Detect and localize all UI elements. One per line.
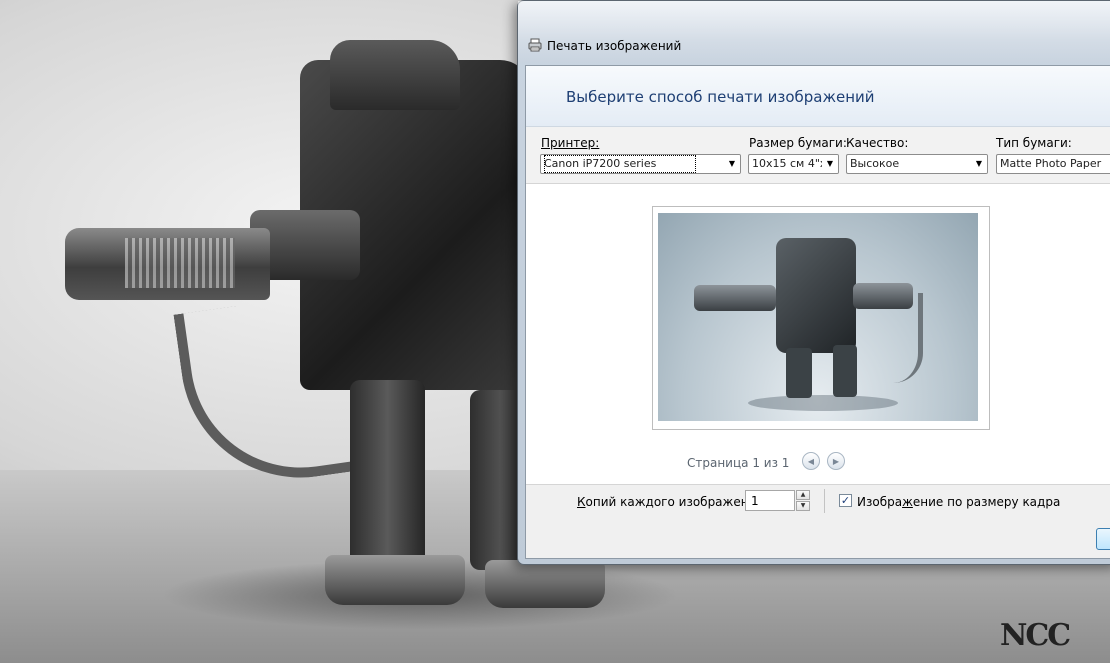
print-pictures-dialog[interactable]: Печать изображений Выберите способ печат… (517, 0, 1110, 565)
printer-icon (528, 38, 542, 52)
copies-label: Копий каждого изображения: (577, 495, 768, 509)
spin-down-icon[interactable]: ▼ (796, 501, 810, 511)
paper-type-label: Тип бумаги: (996, 136, 1072, 150)
fit-label-part-a: Изобра (857, 495, 903, 509)
copies-label-accel: К (577, 495, 586, 509)
previous-page-button[interactable]: ◀ (802, 452, 820, 470)
chevron-down-icon[interactable]: ▼ (822, 155, 838, 173)
copies-input[interactable] (745, 490, 795, 511)
chevron-down-icon[interactable]: ▼ (971, 155, 987, 173)
copies-label-rest: опий каждого изображения: (585, 495, 768, 509)
window-title: Печать изображений (547, 39, 682, 53)
fit-picture-label[interactable]: Изображение по размеру кадра (857, 495, 1060, 509)
quality-value: Высокое (850, 157, 900, 170)
dialog-heading: Выберите способ печати изображений (566, 88, 875, 106)
robot-left-leg (350, 380, 425, 570)
wallpaper-logo: NCC (1000, 618, 1071, 653)
print-preview (652, 206, 990, 430)
preview-robot-body (776, 238, 856, 353)
preview-image (658, 213, 978, 421)
dialog-footer (526, 521, 1110, 558)
header-band: Выберите способ печати изображений (526, 66, 1110, 127)
paper-size-select[interactable]: 10x15 см 4"x ▼ (748, 154, 839, 174)
page-indicator: Страница 1 из 1 (687, 456, 790, 470)
next-page-button[interactable]: ▶ (827, 452, 845, 470)
chevron-down-icon[interactable]: ▼ (724, 155, 740, 173)
copies-band: Копий каждого изображения: ▲ ▼ ✓ Изображ… (526, 484, 1110, 521)
separator (824, 489, 825, 513)
paper-size-value: 10x15 см 4"x (752, 157, 827, 170)
preview-area: Страница 1 из 1 ◀ ▶ (526, 184, 1110, 484)
paper-size-label: Размер бумаги: (749, 136, 847, 150)
title-bar[interactable]: Печать изображений (518, 1, 1110, 63)
print-options: Принтер: Canon iP7200 series ▼ Размер бу… (526, 127, 1110, 184)
printer-value: Canon iP7200 series (544, 155, 697, 173)
spin-up-icon[interactable]: ▲ (796, 490, 810, 500)
dialog-client-area: Выберите способ печати изображений Принт… (525, 65, 1110, 559)
printer-label: Принтер: (541, 136, 599, 150)
paper-type-select[interactable]: Matte Photo Paper (996, 154, 1110, 174)
printer-select[interactable]: Canon iP7200 series ▼ (540, 154, 741, 174)
print-button[interactable] (1096, 528, 1110, 550)
printer-label-text: Принтер: (541, 136, 600, 150)
robot-right-foot (485, 560, 605, 608)
quality-select[interactable]: Высокое ▼ (846, 154, 988, 174)
preview-robot-left-leg (786, 348, 812, 398)
preview-shadow (748, 395, 898, 411)
robot-left-foot (325, 555, 465, 605)
fit-picture-checkbox[interactable]: ✓ (839, 494, 852, 507)
paper-type-value: Matte Photo Paper (1000, 157, 1102, 170)
quality-label: Качество: (846, 136, 909, 150)
robot-head (330, 40, 460, 110)
preview-robot-gun (694, 285, 776, 311)
fit-label-accel: ж (902, 495, 913, 509)
preview-robot-arm (853, 283, 913, 309)
preview-robot-right-leg (833, 345, 857, 397)
fit-label-part-b: ение по размеру кадра (912, 495, 1061, 509)
robot-gun-fins (125, 238, 235, 288)
